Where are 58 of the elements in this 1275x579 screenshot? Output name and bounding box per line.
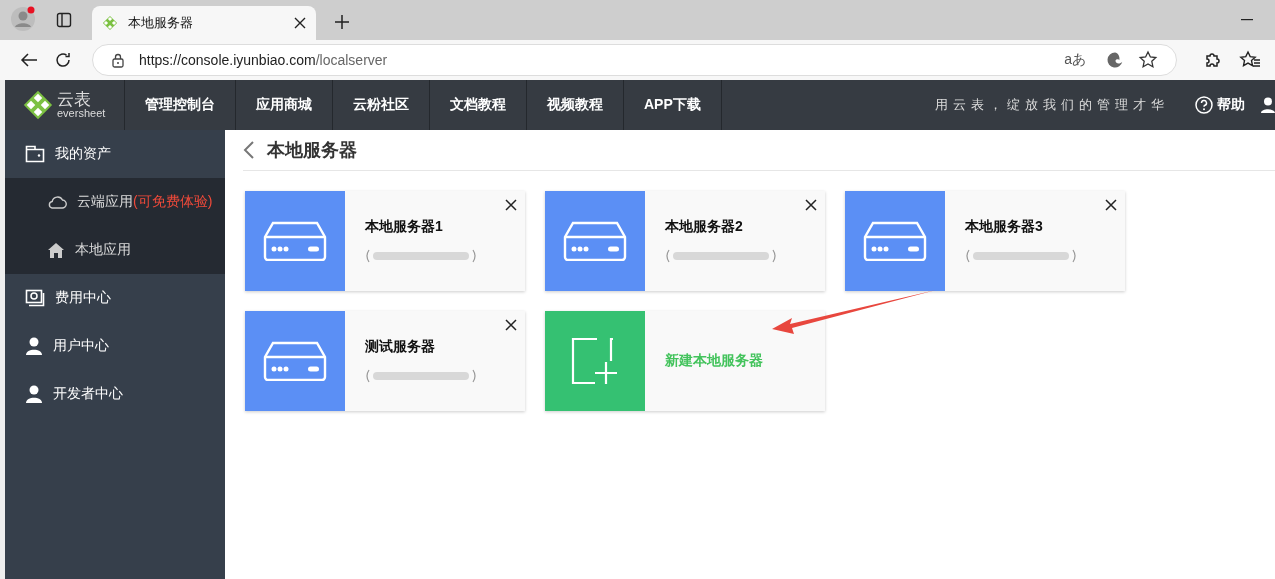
help-icon [1195,96,1213,114]
server-card[interactable]: 本地服务器1 [245,191,525,291]
sidebar-item[interactable]: 用户中心 [5,322,225,370]
server-icon [263,341,327,381]
slogan-text: 用云表，绽放我们的管理才华 [935,96,1169,114]
server-name: 本地服务器1 [365,218,444,236]
close-icon[interactable] [505,199,517,211]
read-aloud-button[interactable]: aあ [1064,51,1086,69]
sidebar-item[interactable]: 费用中心 [5,274,225,322]
person-icon [10,6,36,32]
profile-avatar[interactable] [10,6,36,32]
photo-frame-icon [25,289,45,307]
puzzle-icon[interactable] [1203,50,1223,70]
sidebar-subitem[interactable]: 云端应用(可免费体验) [5,178,225,226]
server-name: 本地服务器3 [965,218,1044,236]
lock-icon [111,52,125,68]
help-link[interactable]: 帮助 [1195,80,1245,130]
address-field[interactable]: https://console.iyunbiao.com/localserver aあ [92,44,1177,76]
nav-link[interactable]: 应用商城 [236,80,333,130]
url-text: https://console.iyunbiao.com/localserver [139,52,388,68]
wallet-icon [25,145,45,163]
nav-link[interactable]: 视频教程 [527,80,624,130]
nav-link[interactable]: APP下载 [624,80,722,130]
home-icon [47,242,65,258]
sidebar-item[interactable]: 我的资产 [5,130,225,178]
star-icon[interactable] [1138,50,1158,70]
favorites-icon[interactable] [1239,50,1261,70]
new-server-label: 新建本地服务器 [665,352,764,370]
user-icon[interactable] [1261,97,1275,113]
close-icon[interactable] [805,199,817,211]
server-name: 本地服务器2 [665,218,744,236]
minimize-icon[interactable] [1241,19,1253,21]
new-tab-icon[interactable] [334,14,350,30]
reload-icon[interactable] [54,51,72,69]
close-icon[interactable] [505,319,517,331]
nav-link[interactable]: 云粉社区 [333,80,430,130]
user-icon [25,337,43,355]
nav-link[interactable]: 文档教程 [430,80,527,130]
logo-subtitle: eversheet [57,108,106,119]
logo-text: 云表 [57,91,92,108]
user-icon [25,385,43,403]
close-icon[interactable] [1105,199,1117,211]
close-icon[interactable] [294,17,306,29]
server-card[interactable]: 测试服务器 [245,311,525,411]
new-document-icon [571,337,619,385]
server-icon [863,221,927,261]
server-icon [263,221,327,261]
sidebar-item[interactable]: 开发者中心 [5,370,225,418]
server-card[interactable]: 本地服务器3 [845,191,1125,291]
sidebar-subitem[interactable]: 本地应用 [5,226,225,274]
tab-actions-icon[interactable] [56,12,72,28]
server-icon [563,221,627,261]
server-name: 测试服务器 [365,338,436,356]
page-title: 本地服务器 [267,139,357,162]
cloud-icon [47,195,67,209]
back-icon[interactable] [20,52,38,68]
server-card[interactable]: 本地服务器2 [545,191,825,291]
browser-tab[interactable]: 本地服务器 [92,6,316,40]
